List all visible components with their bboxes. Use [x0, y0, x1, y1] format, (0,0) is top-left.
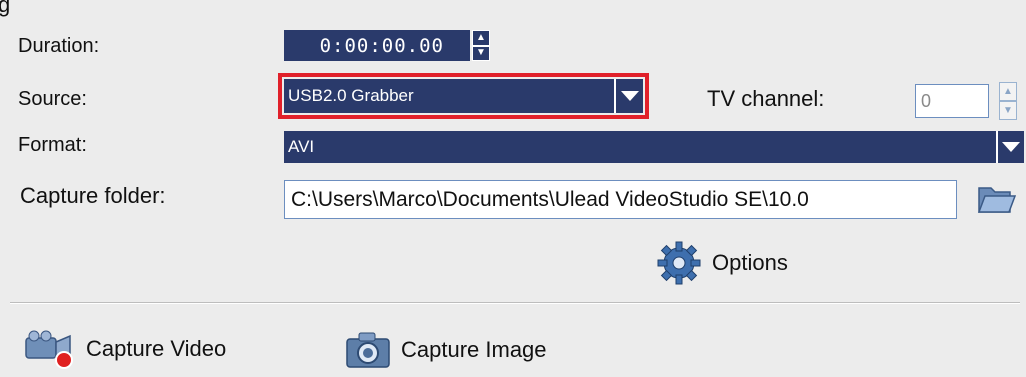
duration-stepper[interactable]: ▲ ▼	[472, 30, 490, 61]
duration-timecode-field[interactable]: 0:00:00.00	[284, 30, 470, 61]
capture-image-button[interactable]: Capture Image	[345, 330, 547, 370]
format-select[interactable]: AVI	[284, 131, 996, 163]
capture-video-label: Capture Video	[86, 336, 227, 361]
tv-channel-stepper[interactable]: ▲ ▼	[999, 82, 1017, 120]
section-divider	[10, 302, 1020, 304]
spin-up-icon[interactable]: ▲	[472, 30, 490, 46]
capture-folder-label: Capture folder:	[20, 183, 166, 208]
capture-image-label: Capture Image	[401, 337, 547, 362]
format-label: Format:	[18, 134, 87, 156]
capture-video-button[interactable]: Capture Video	[22, 328, 226, 370]
spin-down-icon[interactable]: ▼	[472, 45, 490, 61]
duration-label: Duration:	[18, 35, 100, 57]
source-dropdown-button[interactable]	[614, 79, 643, 113]
tv-channel-input[interactable]: 0	[915, 84, 989, 118]
spin-up-icon[interactable]: ▲	[999, 82, 1017, 101]
capture-folder-input[interactable]: C:\Users\Marco\Documents\Ulead VideoStud…	[284, 180, 957, 219]
folder-icon	[977, 187, 1017, 213]
options-button[interactable]: Options	[656, 240, 788, 286]
camera-icon	[346, 332, 390, 368]
folder-browse-button[interactable]	[976, 180, 1017, 218]
panel-title-fragment: g	[0, 0, 11, 17]
video-camera-icon	[25, 330, 73, 369]
source-select[interactable]: USB2.0 Grabber	[284, 79, 614, 113]
dropdown-arrow-icon	[1002, 142, 1020, 152]
tv-channel-label: TV channel:	[707, 86, 825, 111]
options-label: Options	[712, 250, 788, 275]
gear-icon	[657, 241, 701, 285]
source-label: Source:	[18, 88, 87, 110]
dropdown-arrow-icon	[620, 91, 639, 101]
spin-down-icon[interactable]: ▼	[999, 101, 1017, 120]
format-dropdown-button[interactable]	[996, 131, 1024, 163]
